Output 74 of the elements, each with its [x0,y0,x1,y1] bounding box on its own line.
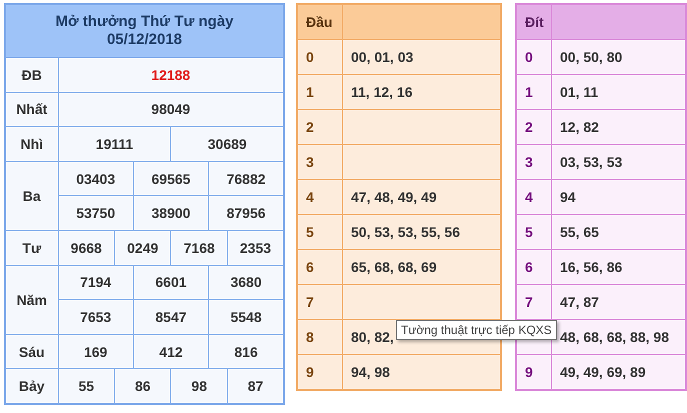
number-list: 55, 65 [552,214,686,250]
tooltip: Tường thuật trực tiếp KQXS [396,320,557,340]
prize-number: 30689 [170,126,284,162]
prize-label: Bảy [5,368,58,404]
number-list: 49, 49, 69, 89 [552,354,686,390]
digit-label: 5 [516,214,552,250]
prize-number: 169 [58,334,134,369]
digit-label: 1 [516,74,552,110]
prize-number: 86 [114,368,171,404]
digit-label: 3 [297,144,342,180]
number-list: 16, 56, 86 [552,250,686,284]
digit-label: 6 [516,250,552,284]
digit-label: 0 [516,40,552,74]
prize-number: 53750 [58,196,134,230]
digit-label: 9 [297,354,342,390]
prize-label: Năm [5,265,58,334]
prize-number: 98 [170,368,228,404]
number-list: 50, 53, 53, 55, 56 [342,214,501,250]
prize-number: 8547 [133,300,209,334]
number-list: 65, 68, 68, 69 [342,250,501,284]
prize-label: Nhì [5,126,58,162]
prize-number: 412 [133,334,209,369]
number-list: 94, 98 [342,354,501,390]
digit-label: 1 [297,74,342,110]
digit-label: 4 [516,180,552,214]
prize-number: 55 [58,368,114,404]
number-list: 12, 82 [552,110,686,144]
digit-label: 4 [297,180,342,214]
prize-number: 5548 [208,300,284,334]
digit-label: 6 [297,250,342,284]
digit-label: 0 [297,40,342,74]
number-list: 94 [552,180,686,214]
digit-label: 3 [516,144,552,180]
digit-label: 2 [297,110,342,144]
prize-number: 12188 [58,58,284,92]
prize-number: 0249 [114,230,171,266]
digit-label: 8 [297,320,342,354]
number-list: 03, 53, 53 [552,144,686,180]
prize-number: 69565 [133,161,209,196]
results-title: Mở thưởng Thứ Tư ngày 05/12/2018 [5,4,284,58]
prize-number: 2353 [227,230,284,266]
number-list: 47, 48, 49, 49 [342,180,501,214]
prize-label: Tư [5,230,58,266]
prize-number: 9668 [58,230,114,266]
prize-number: 7653 [58,300,134,334]
column-heading: Đầu [297,4,342,40]
digit-label: 5 [297,214,342,250]
prize-number: 19111 [58,126,171,162]
digit-label: 9 [516,354,552,390]
column-heading: Đít [516,4,552,40]
prize-label: Nhất [5,92,58,127]
prize-number: 6601 [133,265,209,300]
prize-number: 87 [227,368,284,404]
prize-number: 87956 [208,196,284,230]
prize-number: 816 [208,334,284,369]
digit-label: 2 [516,110,552,144]
number-list: 00, 01, 03 [342,40,501,74]
digit-label: 7 [516,284,552,320]
number-list: 47, 87 [552,284,686,320]
number-list: 00, 50, 80 [552,40,686,74]
prize-label: ĐB [5,58,58,92]
prize-number: 7194 [58,265,134,300]
prize-number: 76882 [208,161,284,196]
digit-label: 7 [297,284,342,320]
prize-number: 03403 [58,161,134,196]
prize-number: 7168 [170,230,228,266]
prize-number: 3680 [208,265,284,300]
prize-label: Sáu [5,334,58,369]
number-list: 11, 12, 16 [342,74,501,110]
number-list: 48, 68, 68, 88, 98 [552,320,686,354]
prize-number: 98049 [58,92,284,127]
number-list: 01, 11 [552,74,686,110]
prize-number: 38900 [133,196,209,230]
prize-label: Ba [5,161,58,230]
